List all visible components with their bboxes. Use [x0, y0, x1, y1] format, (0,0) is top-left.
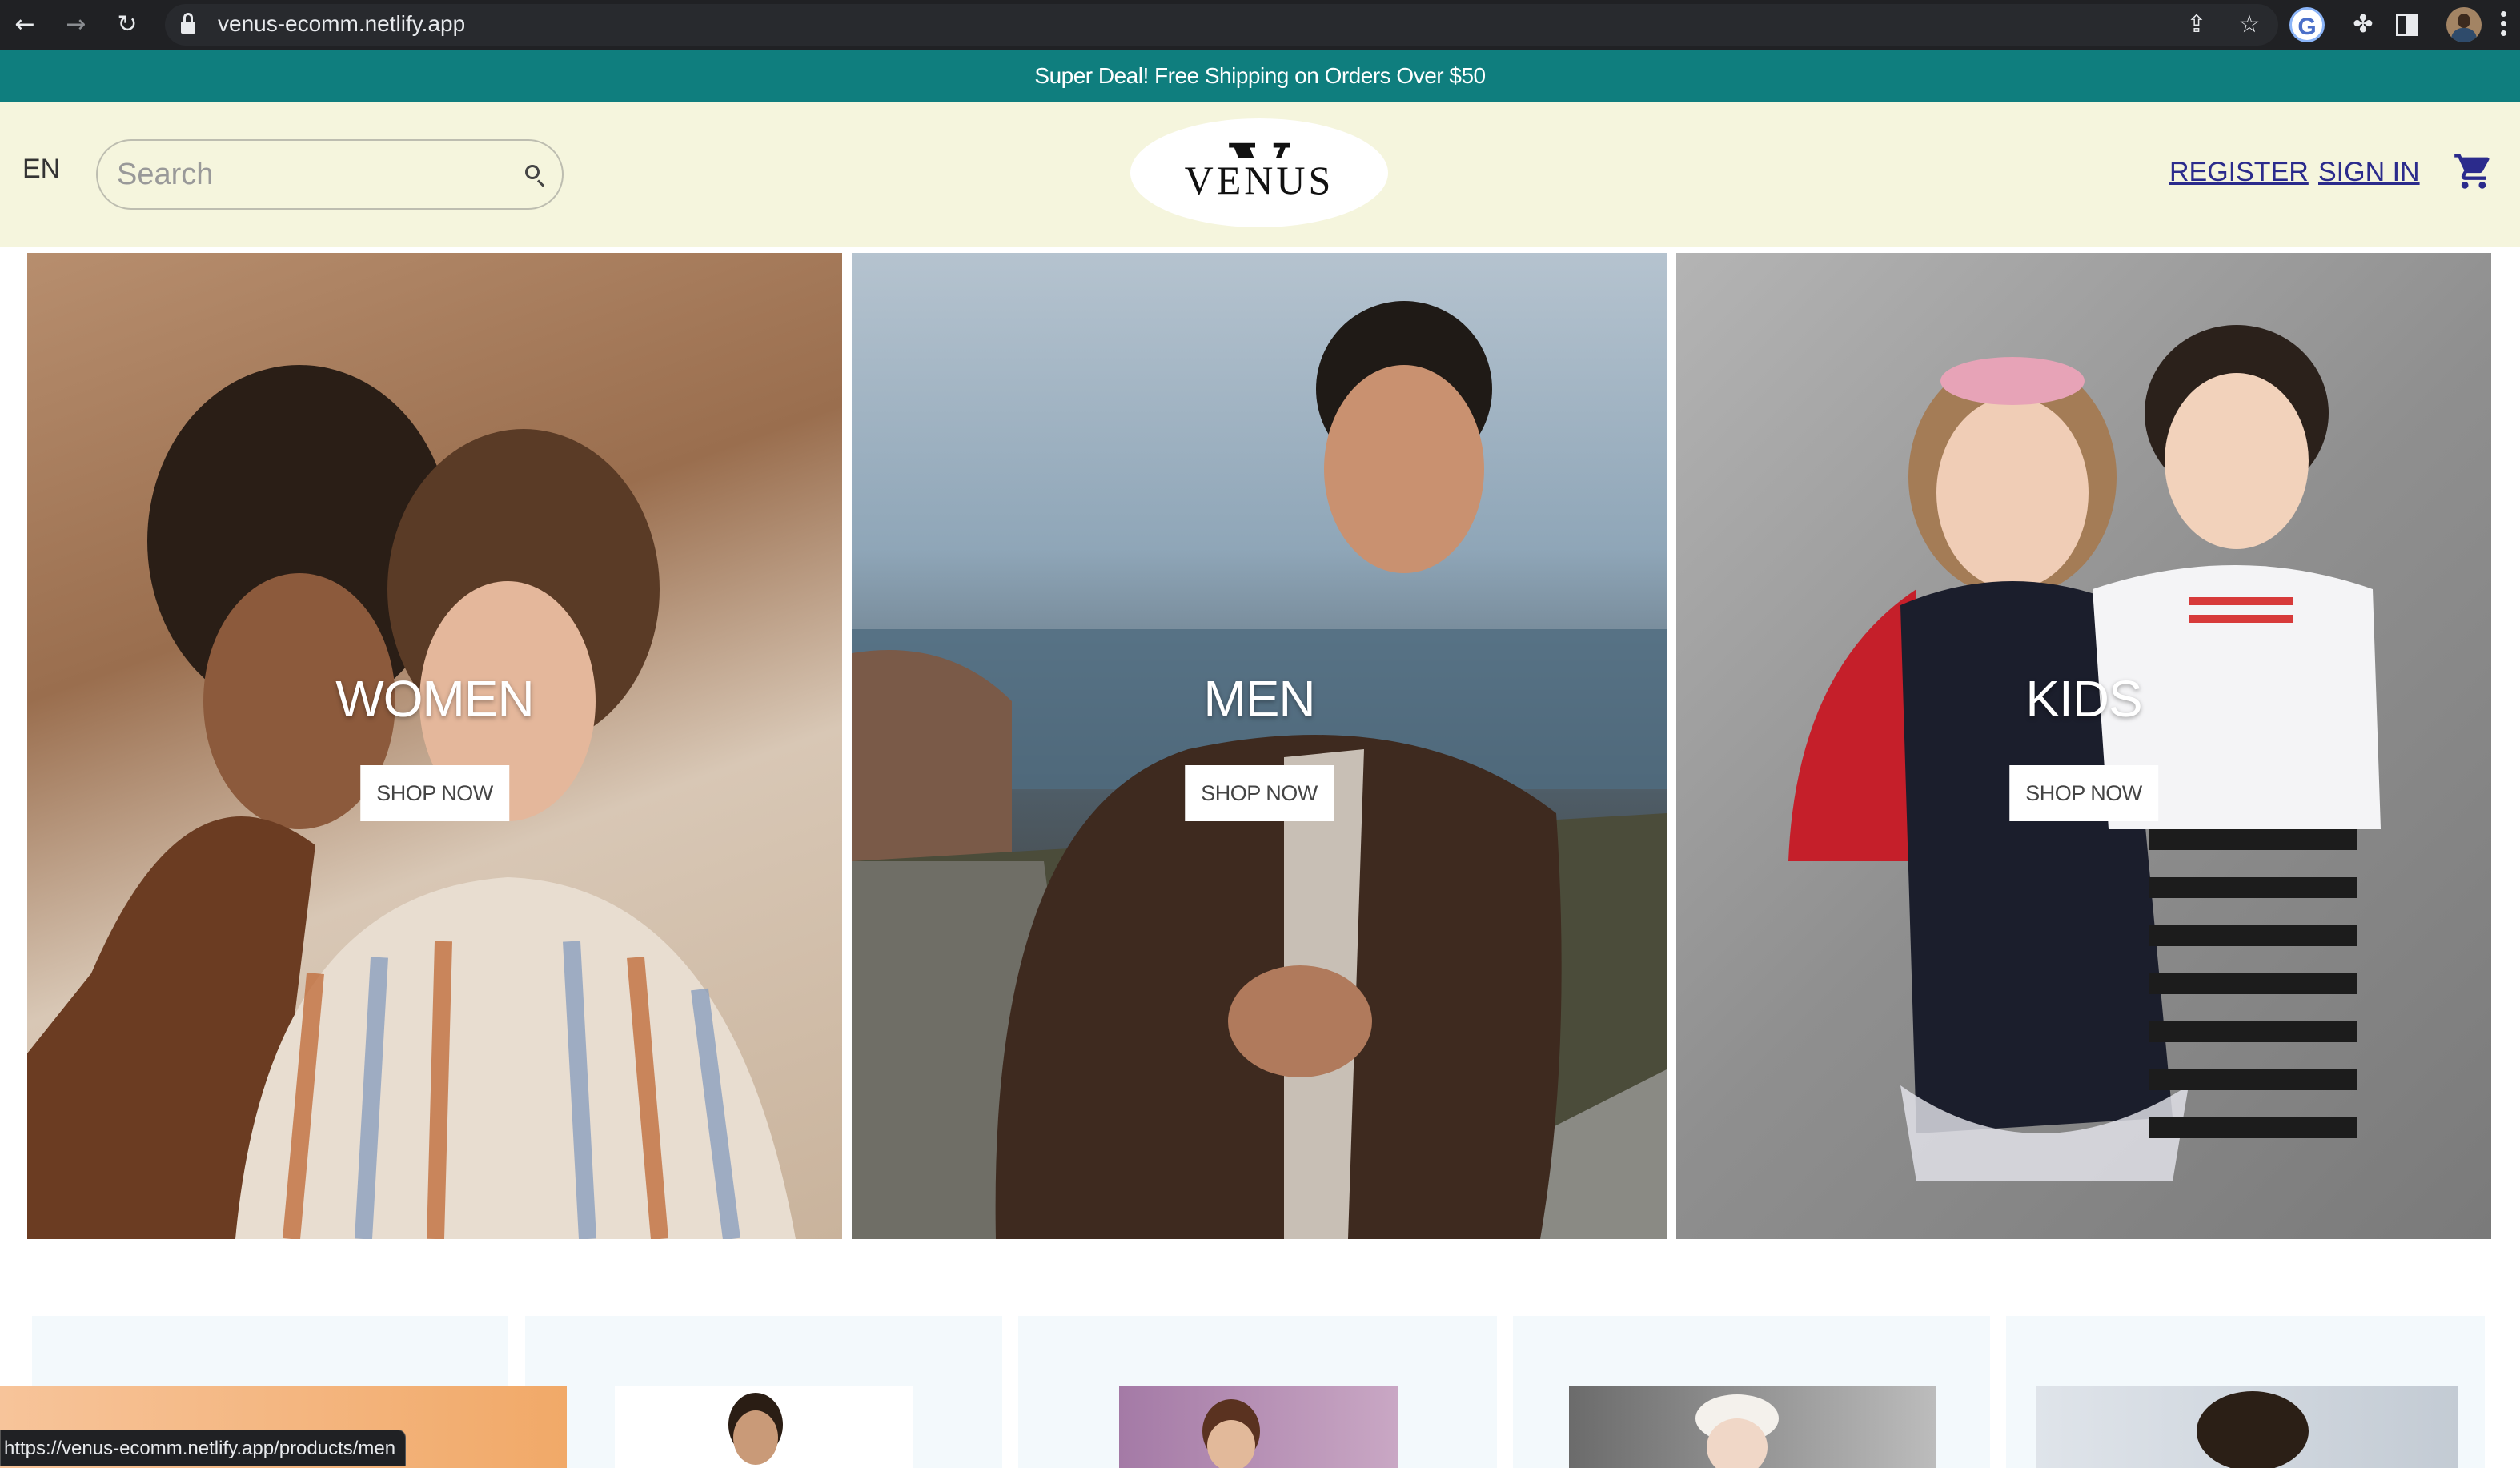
browser-toolbar: ← → ↻ venus-ecomm.netlify.app ⇪ ☆ G ✤: [0, 0, 2520, 50]
category-title-women: WOMEN: [335, 670, 534, 728]
extensions-puzzle-icon[interactable]: ✤: [2347, 9, 2379, 41]
profile-avatar[interactable]: [2446, 7, 2482, 42]
shop-now-kids-button[interactable]: SHOP NOW: [2009, 765, 2158, 821]
side-panel-icon[interactable]: [2396, 14, 2418, 36]
bookmark-star-icon[interactable]: ☆: [2233, 9, 2265, 41]
product-image[interactable]: [1119, 1386, 1398, 1468]
search-input[interactable]: [117, 152, 517, 197]
address-bar[interactable]: [165, 4, 2278, 46]
promo-banner: Super Deal! Free Shipping on Orders Over…: [0, 50, 2520, 102]
shopping-cart-icon[interactable]: [2453, 150, 2494, 192]
site-header: EN V VENUS REGISTER SIGN IN: [0, 102, 2520, 247]
product-image[interactable]: [615, 1386, 913, 1468]
men-photo: [852, 301, 1667, 1239]
category-title-men: MEN: [1203, 670, 1315, 728]
address-bar-url[interactable]: venus-ecomm.netlify.app: [218, 8, 465, 40]
search-icon[interactable]: [524, 163, 548, 187]
back-arrow-icon[interactable]: ←: [8, 8, 42, 42]
women-photo: [27, 365, 796, 1239]
sign-in-link[interactable]: SIGN IN: [2318, 157, 2420, 188]
forward-arrow-icon[interactable]: →: [59, 8, 93, 42]
google-account-icon[interactable]: G: [2289, 7, 2325, 42]
status-bar-url: https://venus-ecomm.netlify.app/products…: [0, 1430, 407, 1466]
share-icon[interactable]: ⇪: [2181, 9, 2213, 41]
search-box[interactable]: [96, 139, 564, 210]
product-image[interactable]: [2036, 1386, 2458, 1468]
language-selector[interactable]: EN: [22, 154, 60, 185]
reload-icon[interactable]: ↻: [110, 8, 144, 42]
category-card-men[interactable]: MEN SHOP NOW: [852, 253, 1667, 1239]
lock-icon[interactable]: [181, 13, 195, 35]
category-title-kids: KIDS: [2025, 670, 2142, 728]
register-link[interactable]: REGISTER: [2169, 157, 2309, 188]
category-card-kids[interactable]: KIDS SHOP NOW: [1676, 253, 2491, 1239]
venus-logo[interactable]: V VENUS: [1130, 118, 1388, 227]
product-image[interactable]: [1569, 1386, 1936, 1468]
shop-now-men-button[interactable]: SHOP NOW: [1185, 765, 1334, 821]
shop-now-women-button[interactable]: SHOP NOW: [360, 765, 509, 821]
category-card-women[interactable]: WOMEN SHOP NOW: [27, 253, 842, 1239]
browser-menu-icon[interactable]: [2501, 11, 2509, 38]
kids-photo: [1788, 325, 2381, 1181]
logo-wordmark: VENUS: [1182, 158, 1336, 203]
